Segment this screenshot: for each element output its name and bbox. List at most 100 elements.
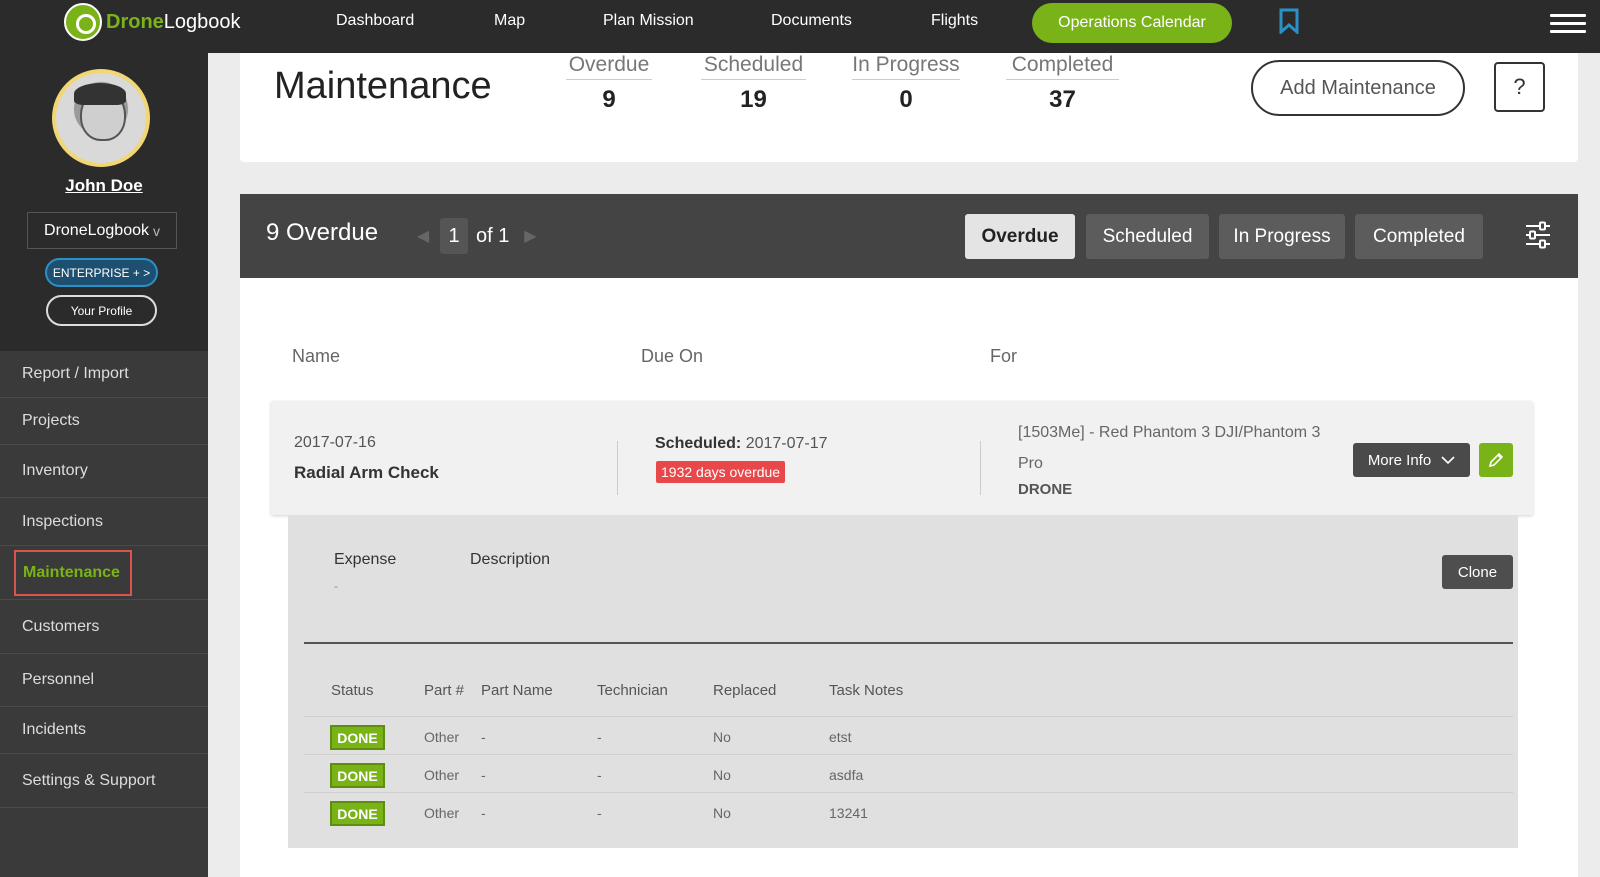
status-badge: DONE	[330, 801, 385, 826]
divider	[617, 441, 618, 495]
operations-calendar-button[interactable]: Operations Calendar	[1032, 3, 1232, 43]
sidebar-item-customers[interactable]: Customers	[0, 600, 208, 654]
stat-value: 0	[899, 86, 913, 113]
task-part-name: -	[481, 767, 486, 783]
task-part-name: -	[481, 729, 486, 745]
drone-logo-icon	[64, 3, 102, 41]
task-part-no: Other	[424, 729, 460, 745]
stat-value: 37	[1049, 86, 1076, 113]
org-dropdown[interactable]: DroneLogbook v	[27, 212, 177, 249]
record-date: 2017-07-16	[294, 434, 376, 451]
task-notes: 13241	[829, 805, 868, 821]
divider	[304, 642, 1513, 644]
stat-in-progress[interactable]: In Progress 0	[852, 53, 960, 114]
task-replaced: No	[713, 767, 731, 783]
bookmark-icon[interactable]	[1279, 8, 1299, 34]
maintenance-list: Name Due On For 2017-07-16 Radial Arm Ch…	[240, 278, 1578, 877]
task-replaced: No	[713, 729, 731, 745]
your-profile-button[interactable]: Your Profile	[46, 295, 157, 326]
sidebar-item-inventory[interactable]: Inventory	[0, 445, 208, 498]
maintenance-record-row[interactable]: 2017-07-16 Radial Arm Check Scheduled: 2…	[271, 401, 1533, 515]
maintenance-header-card: Maintenance Overdue 9 Scheduled 19 In Pr…	[240, 53, 1578, 162]
task-header-part-no: Part #	[424, 682, 465, 699]
tab-overdue[interactable]: Overdue	[965, 214, 1075, 259]
task-header-technician: Technician	[597, 682, 668, 699]
task-technician: -	[597, 767, 602, 783]
filter-sliders-icon[interactable]	[1525, 221, 1551, 249]
list-toolbar: 9 Overdue ◀ 1 of 1 ▶ Overdue Scheduled I…	[240, 194, 1578, 278]
task-header-part-name: Part Name	[481, 682, 553, 699]
task-technician: -	[597, 805, 602, 821]
task-row: DONE Other - - No etst	[304, 716, 1513, 754]
tab-in-progress[interactable]: In Progress	[1219, 214, 1345, 259]
description-label: Description	[470, 551, 551, 568]
record-scheduled: Scheduled: 2017-07-17	[655, 435, 828, 452]
org-dropdown-value: DroneLogbook	[44, 221, 149, 239]
chevron-down-icon: v	[152, 222, 160, 239]
avatar[interactable]	[52, 69, 150, 167]
next-page-icon[interactable]: ▶	[519, 226, 541, 246]
tab-scheduled[interactable]: Scheduled	[1086, 214, 1209, 259]
chevron-down-icon	[1441, 455, 1455, 464]
column-header-name: Name	[292, 346, 341, 366]
stat-scheduled[interactable]: Scheduled 19	[701, 53, 806, 114]
nav-map[interactable]: Map	[494, 12, 525, 30]
nav-plan-mission[interactable]: Plan Mission	[603, 12, 694, 30]
sidebar-item-settings-support[interactable]: Settings & Support	[0, 754, 208, 808]
prev-page-icon[interactable]: ◀	[412, 226, 434, 246]
profile-panel: John Doe DroneLogbook v ENTERPRISE + > Y…	[0, 53, 208, 351]
clone-button[interactable]: Clone	[1442, 555, 1513, 589]
sidebar-item-personnel[interactable]: Personnel	[0, 654, 208, 707]
sidebar-item-incidents[interactable]: Incidents	[0, 707, 208, 754]
column-header-for: For	[990, 346, 1017, 366]
stat-value: 9	[602, 86, 616, 113]
nav-documents[interactable]: Documents	[771, 12, 852, 30]
task-part-no: Other	[424, 767, 460, 783]
edit-button[interactable]	[1479, 443, 1513, 477]
record-name: Radial Arm Check	[294, 463, 439, 482]
sidebar-item-projects[interactable]: Projects	[0, 398, 208, 445]
task-part-name: -	[481, 805, 486, 821]
task-replaced: No	[713, 805, 731, 821]
stat-label: In Progress	[852, 53, 960, 80]
expense-label: Expense	[334, 551, 397, 568]
sidebar: John Doe DroneLogbook v ENTERPRISE + > Y…	[0, 53, 208, 877]
status-badge: DONE	[330, 725, 385, 750]
task-row: DONE Other - - No asdfa	[304, 754, 1513, 792]
sidebar-item-inspections[interactable]: Inspections	[0, 498, 208, 546]
current-page[interactable]: 1	[440, 218, 468, 254]
record-for-aircraft[interactable]: [1503Me] - Red Phantom 3 DJI/Phantom 3 P…	[1018, 417, 1328, 479]
add-maintenance-button[interactable]: Add Maintenance	[1251, 60, 1465, 116]
stat-overdue[interactable]: Overdue 9	[566, 53, 652, 114]
divider	[980, 441, 981, 495]
sidebar-item-maintenance[interactable]: Maintenance	[0, 546, 208, 600]
stat-completed[interactable]: Completed 37	[1006, 53, 1119, 114]
pager: ◀ 1 of 1 ▶	[412, 218, 541, 254]
top-navbar: DroneLogbook Dashboard Map Plan Mission …	[0, 0, 1600, 53]
record-type: DRONE	[1018, 481, 1073, 498]
logo[interactable]: DroneLogbook	[64, 2, 241, 42]
nav-flights[interactable]: Flights	[931, 12, 978, 30]
sidebar-item-report-import[interactable]: Report / Import	[0, 351, 208, 398]
tab-completed[interactable]: Completed	[1355, 214, 1483, 259]
hamburger-menu-icon[interactable]	[1550, 14, 1586, 34]
more-info-button[interactable]: More Info	[1353, 443, 1470, 477]
task-technician: -	[597, 729, 602, 745]
list-count-title: 9 Overdue	[266, 219, 379, 246]
stat-label: Completed	[1006, 53, 1119, 80]
record-detail-panel: Expense - Description Clone Status Part …	[288, 515, 1518, 848]
pencil-icon	[1488, 452, 1504, 468]
task-header-status: Status	[331, 682, 374, 699]
nav-dashboard[interactable]: Dashboard	[336, 12, 414, 30]
logo-text: DroneLogbook	[106, 10, 241, 33]
enterprise-button[interactable]: ENTERPRISE + >	[45, 258, 158, 287]
stat-label: Overdue	[566, 53, 652, 80]
task-row: DONE Other - - No 13241	[304, 792, 1513, 830]
stat-label: Scheduled	[701, 53, 806, 80]
task-notes: asdfa	[829, 767, 864, 783]
sidebar-active-highlight: Maintenance	[14, 549, 132, 596]
column-header-due-on: Due On	[641, 346, 704, 366]
help-button[interactable]: ?	[1494, 62, 1545, 112]
user-name-link[interactable]: John Doe	[0, 176, 208, 196]
task-header-replaced: Replaced	[713, 682, 777, 699]
